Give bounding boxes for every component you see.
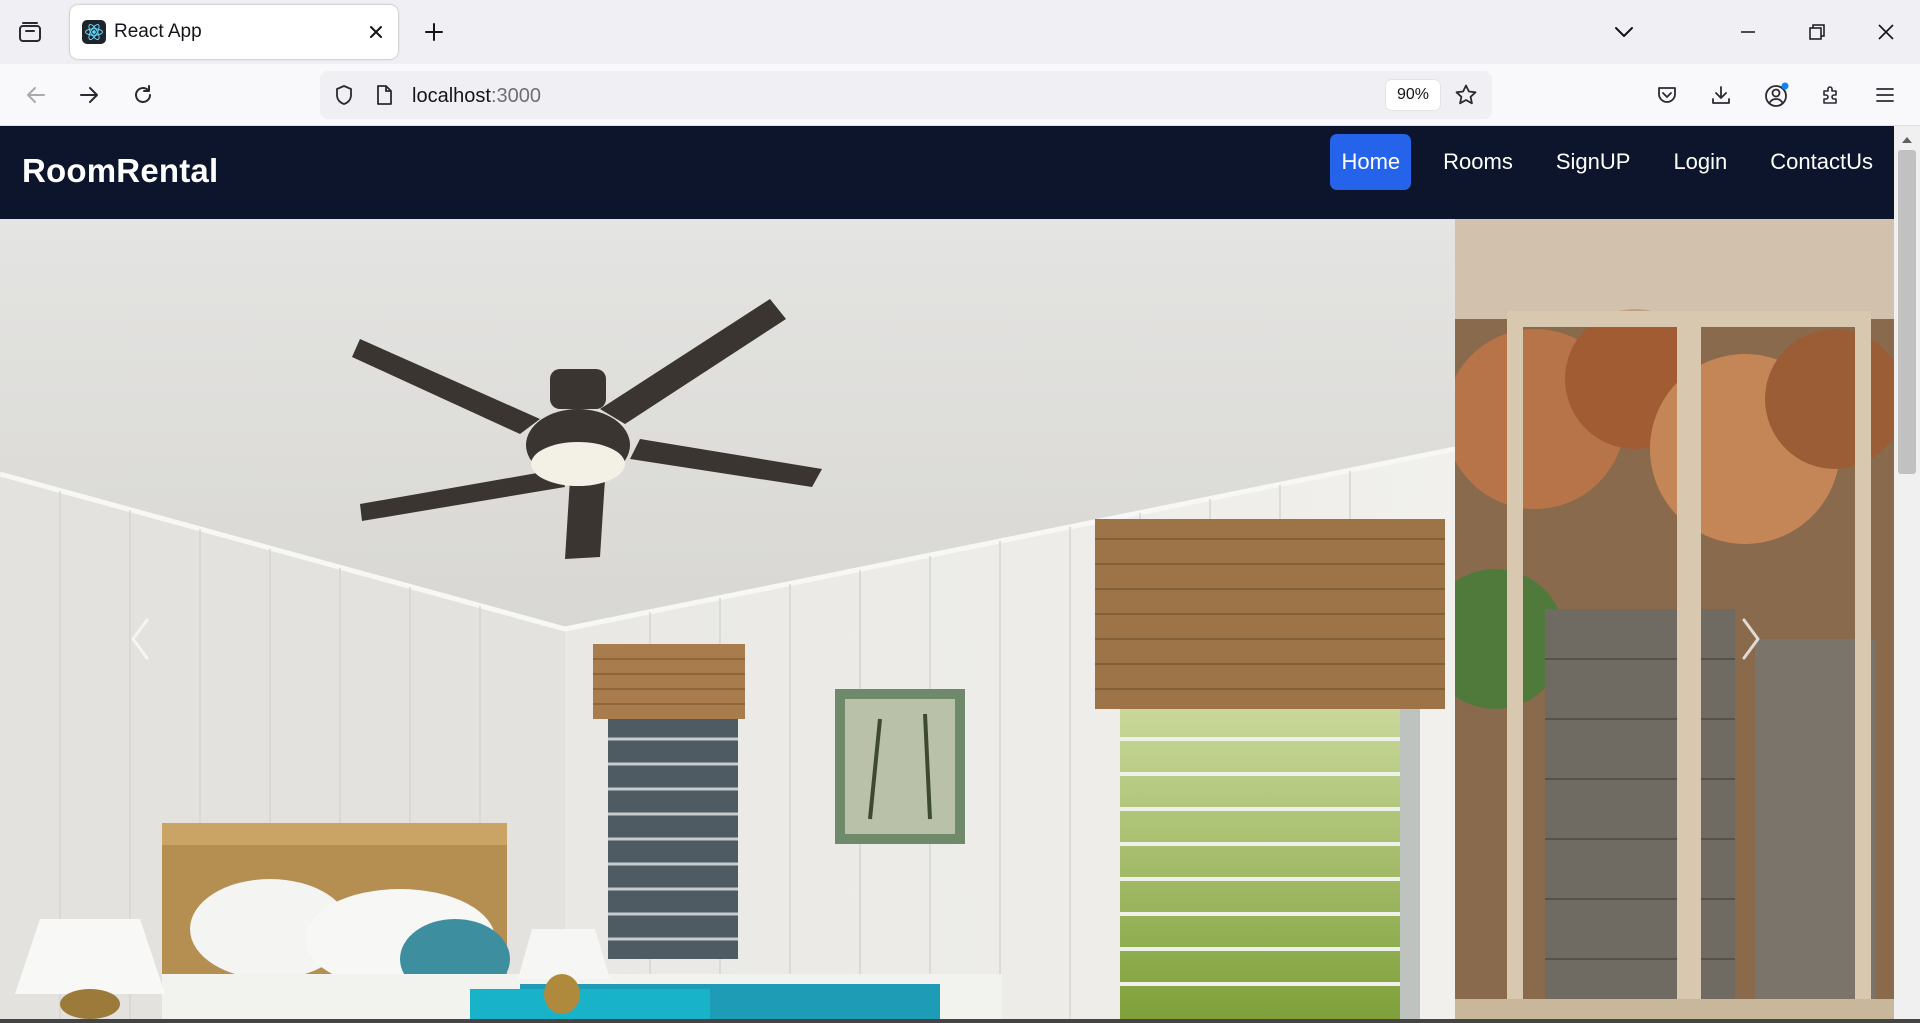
reload-icon[interactable] — [127, 79, 159, 111]
nav-links: Home Rooms SignUP Login ContactUs — [1330, 134, 1894, 190]
account-icon[interactable] — [1761, 79, 1793, 111]
tab-title: React App — [114, 21, 202, 42]
download-icon[interactable] — [1705, 79, 1737, 111]
scroll-up-arrow-icon[interactable] — [1901, 132, 1913, 150]
nav-link-home[interactable]: Home — [1330, 134, 1412, 190]
bedroom-photo — [0, 219, 1455, 1019]
carousel-slide-bedroom — [0, 219, 1455, 1019]
minimize-icon[interactable] — [1732, 16, 1764, 48]
nav-link-contactus[interactable]: ContactUs — [1759, 134, 1894, 190]
browser-toolbar: localhost:3000 90% — [0, 64, 1920, 126]
chevron-right-icon — [1742, 618, 1760, 660]
patio-doors-photo — [1455, 219, 1894, 1019]
brand-logo[interactable]: RoomRental — [22, 152, 218, 190]
menu-icon[interactable] — [1869, 79, 1901, 111]
back-arrow-icon[interactable] — [20, 79, 52, 111]
url-port: :3000 — [490, 85, 541, 107]
hero-carousel — [0, 219, 1894, 1019]
scrollbar-thumb[interactable] — [1898, 150, 1916, 474]
nav-link-login[interactable]: Login — [1662, 134, 1738, 190]
extensions-icon[interactable] — [1815, 79, 1847, 111]
bookmark-star-icon[interactable] — [1452, 81, 1480, 109]
horizontal-scrollbar[interactable] — [0, 1019, 1920, 1023]
list-all-tabs-chevron-icon[interactable] — [1608, 16, 1640, 48]
carousel-prev-button[interactable] — [115, 599, 165, 679]
page-viewport: RoomRental Home Rooms SignUP Login Conta… — [0, 126, 1894, 1019]
url-host: localhost — [412, 85, 491, 107]
nav-link-signup[interactable]: SignUP — [1545, 134, 1642, 190]
shield-icon[interactable] — [330, 81, 358, 109]
zoom-level-badge[interactable]: 90% — [1386, 80, 1440, 110]
chevron-left-icon — [131, 618, 149, 660]
browser-tab-bar: React App — [0, 0, 1920, 64]
react-logo-icon — [82, 20, 106, 44]
tab-list-icon[interactable] — [14, 16, 46, 48]
nav-link-rooms[interactable]: Rooms — [1432, 134, 1524, 190]
browser-tab[interactable]: React App — [70, 5, 398, 59]
carousel-slide-patio — [1455, 219, 1894, 1019]
url-text[interactable]: localhost:3000 — [412, 85, 541, 108]
page-info-icon[interactable] — [370, 81, 398, 109]
restore-icon[interactable] — [1801, 16, 1833, 48]
close-tab-icon[interactable] — [362, 18, 390, 46]
site-navbar: RoomRental Home Rooms SignUP Login Conta… — [0, 126, 1894, 219]
close-window-icon[interactable] — [1870, 16, 1902, 48]
new-tab-plus-icon[interactable] — [418, 16, 450, 48]
carousel-next-button[interactable] — [1726, 599, 1776, 679]
url-bar[interactable]: localhost:3000 90% — [320, 71, 1492, 119]
vertical-scrollbar[interactable] — [1894, 126, 1920, 1019]
pocket-icon[interactable] — [1651, 79, 1683, 111]
forward-arrow-icon[interactable] — [73, 79, 105, 111]
